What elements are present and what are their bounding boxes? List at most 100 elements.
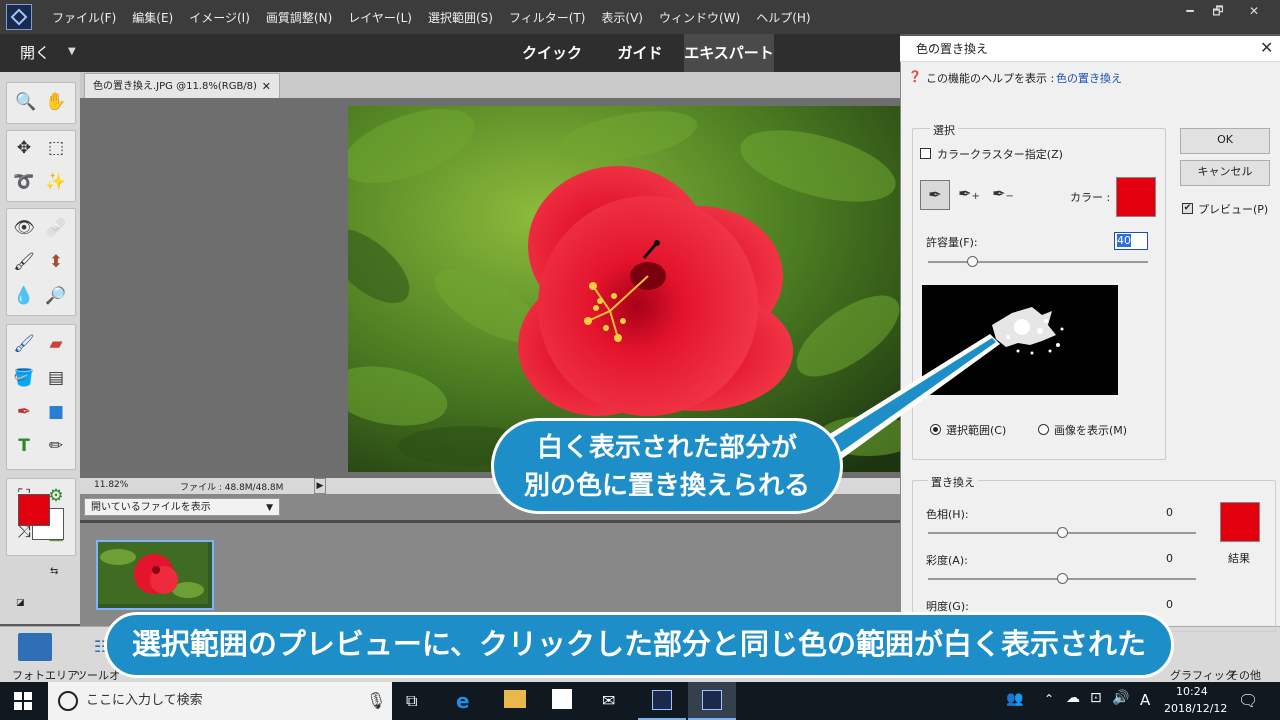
graphics-label[interactable]: グラフィック — [1170, 667, 1236, 683]
type-tool-icon[interactable]: T — [11, 433, 37, 459]
sponge-tool-icon[interactable]: 🔎 — [43, 283, 69, 309]
radio-image-label: 画像を表示(M) — [1054, 424, 1128, 437]
menu-window[interactable]: ウィンドウ(W) — [651, 9, 748, 26]
photo-bin-dropdown-value: 開いているファイルを表示 — [91, 502, 211, 513]
cancel-button[interactable]: キャンセル — [1180, 160, 1270, 186]
selected-color-swatch[interactable] — [1116, 177, 1156, 217]
menu-view[interactable]: 表示(V) — [593, 9, 651, 26]
thumbnail-image — [98, 542, 208, 604]
bin-divider — [80, 520, 900, 523]
volume-icon[interactable]: 🔊 — [1112, 690, 1129, 706]
tolerance-slider-track[interactable] — [928, 261, 1148, 263]
ime-indicator[interactable]: A — [1140, 691, 1150, 709]
mail-icon[interactable]: ✉ — [602, 691, 615, 710]
photo-bin-icon[interactable] — [18, 633, 52, 661]
action-center-icon[interactable]: 🗨 — [1238, 691, 1258, 710]
menu-bar: ファイル(F) 編集(E) イメージ(I) 画質調整(N) レイヤー(L) 選択… — [0, 0, 1280, 34]
store-icon[interactable] — [552, 689, 572, 709]
onedrive-icon[interactable]: ☁ — [1066, 690, 1080, 706]
tool-group-enhance: 👁 🩹 🖌 ⬍ 💧 🔎 — [6, 208, 76, 316]
microphone-icon[interactable]: 🎙 — [366, 691, 386, 710]
pencil-tool-icon[interactable]: ✏ — [43, 433, 69, 459]
hand-tool-icon[interactable]: ✋ — [43, 89, 69, 115]
eyedropper-add-icon[interactable]: ✒+ — [954, 180, 984, 210]
eyedropper-subtract-icon[interactable]: ✒− — [988, 180, 1018, 210]
minimize-button[interactable]: ━ — [1176, 2, 1204, 20]
file-size-readout: ファイル : 48.8M/48.8M — [180, 483, 284, 493]
default-colors-icon[interactable]: ◪ — [16, 598, 25, 608]
help-link[interactable]: 色の置き換え — [1056, 70, 1122, 86]
task-view-icon[interactable]: ⧉ — [406, 691, 417, 711]
tolerance-value: 40 — [1117, 234, 1131, 247]
zoom-tool-icon[interactable]: 🔍 — [13, 89, 39, 115]
menu-enhance[interactable]: 画質調整(N) — [258, 9, 340, 26]
menu-layer[interactable]: レイヤー(L) — [340, 9, 420, 26]
clock-time[interactable]: 10:24 — [1176, 685, 1208, 698]
tool-options-label[interactable]: ツールオ — [76, 667, 120, 683]
photo-bin-label[interactable]: フォトエリア — [12, 667, 78, 683]
photo-bin-dropdown[interactable]: 開いているファイルを表示 ▼ — [84, 498, 280, 516]
lasso-tool-icon[interactable]: ➰ — [11, 169, 37, 195]
marquee-tool-icon[interactable]: ⬚ — [43, 135, 69, 161]
blur-tool-icon[interactable]: 💧 — [11, 283, 37, 309]
tolerance-slider-knob[interactable] — [967, 256, 978, 267]
edge-browser-icon[interactable]: e — [456, 689, 470, 713]
tab-quick[interactable]: クイック — [520, 34, 584, 72]
network-icon[interactable]: ⊡ — [1090, 690, 1102, 706]
open-button[interactable]: 開く — [20, 42, 50, 63]
open-caret-icon[interactable]: ▼ — [68, 46, 76, 57]
photo-thumbnail[interactable] — [96, 540, 214, 610]
swap-colors-icon[interactable]: ⇆ — [50, 566, 58, 577]
file-explorer-icon[interactable] — [504, 690, 526, 708]
document-tab[interactable]: 色の置き換え.JPG @11.8%(RGB/8) ✕ — [84, 73, 280, 98]
status-arrow-icon[interactable]: ▶ — [314, 478, 326, 494]
paint-bucket-tool-icon[interactable]: 🪣 — [11, 365, 37, 391]
restore-button[interactable]: 🗗 — [1204, 2, 1232, 20]
ok-button[interactable]: OK — [1180, 128, 1270, 154]
taskbar-app-elements-2[interactable] — [688, 682, 736, 720]
preview-checkbox[interactable]: ✔ — [1182, 203, 1193, 214]
eraser-tool-icon[interactable]: ▰ — [43, 331, 69, 357]
result-label: 結果 — [1228, 552, 1250, 565]
people-icon[interactable]: 👥 — [1006, 691, 1023, 707]
result-color-swatch[interactable] — [1220, 502, 1260, 542]
color-cluster-checkbox[interactable] — [920, 148, 931, 159]
brush-tool-icon[interactable]: 🖌 — [11, 331, 37, 357]
menu-edit[interactable]: 編集(E) — [124, 9, 181, 26]
close-tab-icon[interactable]: ✕ — [262, 74, 271, 99]
taskbar-search-input[interactable]: ここに入力して検索 — [48, 682, 392, 720]
menu-select[interactable]: 選択範囲(S) — [420, 9, 501, 26]
tool-group-draw: 🖌 ▰ 🪣 ▤ ✒ ■ T ✏ — [6, 324, 76, 470]
tolerance-input[interactable]: 40 — [1114, 232, 1148, 250]
clock-date[interactable]: 2018/12/12 — [1164, 702, 1227, 715]
magic-wand-tool-icon[interactable]: ✨ — [43, 169, 69, 195]
gradient-tool-icon[interactable]: ▤ — [43, 365, 69, 391]
windows-start-icon[interactable] — [14, 692, 32, 710]
clone-stamp-tool-icon[interactable]: ⬍ — [43, 249, 69, 275]
eyedropper-tool-icon[interactable]: ✒ — [11, 399, 37, 425]
more-label[interactable]: その他 — [1228, 667, 1261, 683]
red-eye-tool-icon[interactable]: 👁 — [11, 215, 37, 241]
hue-slider-knob[interactable] — [1057, 527, 1068, 538]
close-window-button[interactable]: ✕ — [1240, 2, 1268, 20]
spot-healing-tool-icon[interactable]: 🩹 — [43, 215, 69, 241]
menu-image[interactable]: イメージ(I) — [181, 9, 258, 26]
menu-help[interactable]: ヘルプ(H) — [748, 9, 818, 26]
menu-file[interactable]: ファイル(F) — [44, 9, 124, 26]
smart-brush-tool-icon[interactable]: 🖌 — [11, 249, 37, 275]
move-tool-icon[interactable]: ✥ — [11, 135, 37, 161]
saturation-slider-knob[interactable] — [1057, 573, 1068, 584]
radio-image[interactable] — [1038, 424, 1049, 435]
menu-filter[interactable]: フィルター(T) — [501, 9, 593, 26]
hue-label: 色相(H): — [926, 508, 969, 521]
tab-guided[interactable]: ガイド — [612, 34, 668, 72]
foreground-color-swatch[interactable] — [18, 494, 50, 526]
tab-expert[interactable]: エキスパート — [684, 34, 774, 72]
callout-line-2: 別の色に置き換えられる — [523, 471, 810, 501]
tool-group-select: ✥ ⬚ ➰ ✨ — [6, 130, 76, 202]
taskbar-app-elements-1[interactable] — [638, 682, 686, 720]
eyedropper-icon[interactable]: ✒ — [920, 180, 950, 210]
tray-chevron-up-icon[interactable]: ⌃ — [1044, 692, 1054, 706]
shape-tool-icon[interactable]: ■ — [43, 399, 69, 425]
close-icon[interactable]: ✕ — [1260, 38, 1273, 57]
